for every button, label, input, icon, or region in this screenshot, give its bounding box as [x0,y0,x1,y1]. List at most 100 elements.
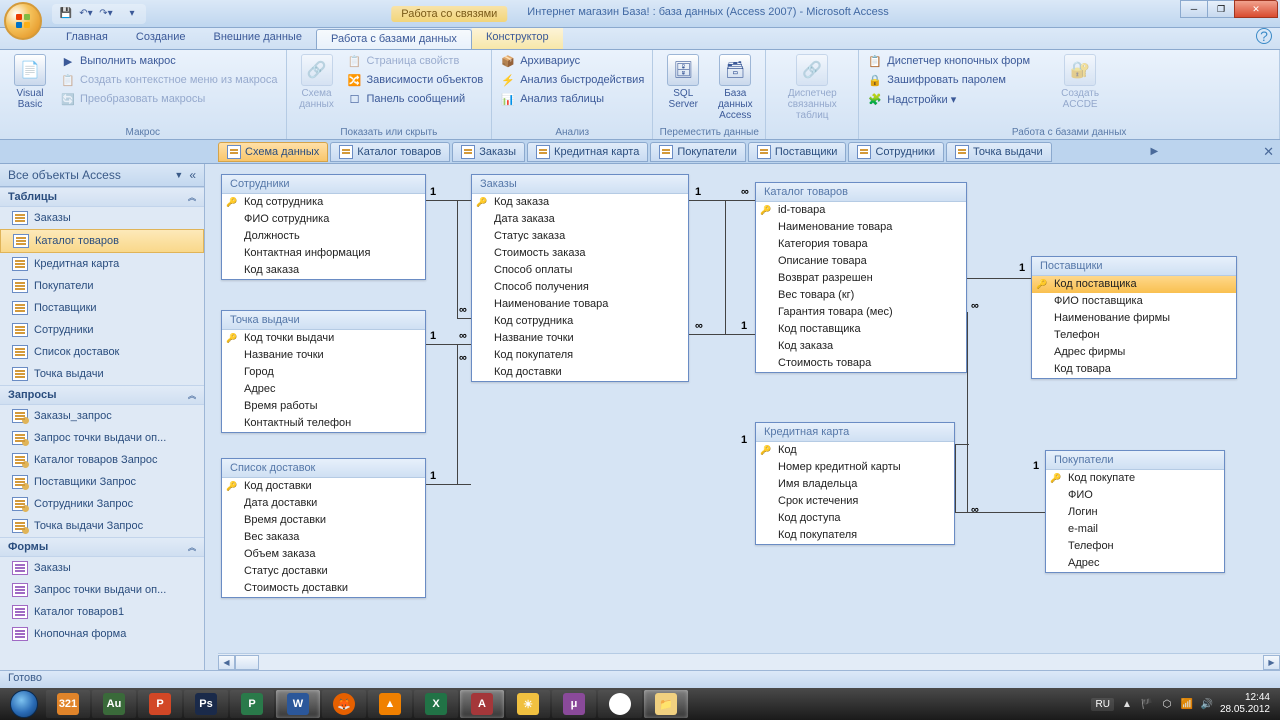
office-button[interactable] [4,2,42,40]
relationship-table[interactable]: Кредитная картаКодНомер кредитной картыИ… [755,422,955,545]
doc-tab[interactable]: Точка выдачи [946,142,1052,162]
table-field[interactable]: Срок истечения [756,493,954,510]
analyze-perf-button[interactable]: ⚡Анализ быстродействия [498,71,646,89]
table-field[interactable]: Адрес [1046,555,1224,572]
table-field[interactable]: Номер кредитной карты [756,459,954,476]
table-field[interactable]: Код поставщика [1032,276,1236,293]
table-field[interactable]: e-mail [1046,521,1224,538]
maximize-button[interactable]: ❐ [1207,0,1235,18]
undo-icon[interactable]: ↶▾ [78,6,94,22]
close-button[interactable]: ✕ [1234,0,1278,18]
table-title[interactable]: Покупатели [1046,451,1224,470]
table-field[interactable]: Контактный телефон [222,415,425,432]
nav-item[interactable]: Кредитная карта [0,253,204,275]
relationship-table[interactable]: ЗаказыКод заказаДата заказаСтатус заказа… [471,174,689,382]
taskbar-item[interactable]: 📁 [644,690,688,718]
table-field[interactable]: Код покупате [1046,470,1224,487]
nav-collapse-icon[interactable]: « [189,168,196,182]
taskbar-item[interactable]: ◉ [598,690,642,718]
table-field[interactable]: Стоимость товара [756,355,966,372]
analyze-table-button[interactable]: 📊Анализ таблицы [498,90,646,108]
table-field[interactable]: Телефон [1032,327,1236,344]
table-field[interactable]: Код товара [1032,361,1236,378]
table-field[interactable]: Возврат разрешен [756,270,966,287]
table-field[interactable]: Название точки [472,330,688,347]
relationship-table[interactable]: Каталог товаровid-товараНаименование тов… [755,182,967,373]
nav-item[interactable]: Кнопочная форма [0,623,204,645]
table-field[interactable]: Адрес фирмы [1032,344,1236,361]
nav-item[interactable]: Покупатели [0,275,204,297]
switchboard-mgr-button[interactable]: 📋Диспетчер кнопочных форм [865,52,1032,70]
table-field[interactable]: Город [222,364,425,381]
table-field[interactable]: Код заказа [756,338,966,355]
nav-item[interactable]: Сотрудники Запрос [0,493,204,515]
nav-item[interactable]: Поставщики [0,297,204,319]
ribbon-tab-create[interactable]: Создание [122,28,200,49]
table-field[interactable]: Код покупателя [472,347,688,364]
tab-scroll-right[interactable]: ▶ [1147,146,1163,157]
taskbar-item[interactable]: W [276,690,320,718]
table-field[interactable]: Код доставки [222,478,425,495]
doc-tab[interactable]: Сотрудники [848,142,944,162]
volume-icon[interactable]: 🔊 [1200,697,1214,711]
table-field[interactable]: ФИО поставщика [1032,293,1236,310]
redo-icon[interactable]: ↷▾ [98,6,114,22]
table-field[interactable]: ФИО [1046,487,1224,504]
table-field[interactable]: Статус заказа [472,228,688,245]
table-field[interactable]: Логин [1046,504,1224,521]
table-field[interactable]: Способ получения [472,279,688,296]
nav-item[interactable]: Заказы [0,557,204,579]
relationship-table[interactable]: ПоставщикиКод поставщикаФИО поставщикаНа… [1031,256,1237,379]
table-field[interactable]: Дата заказа [472,211,688,228]
relationship-table[interactable]: Точка выдачиКод точки выдачиНазвание точ… [221,310,426,433]
table-field[interactable]: Вес заказа [222,529,425,546]
table-field[interactable]: Объем заказа [222,546,425,563]
encrypt-button[interactable]: 🔒Зашифровать паролем [865,71,1032,89]
taskbar-item[interactable]: P [138,690,182,718]
nav-item[interactable]: Точка выдачи [0,363,204,385]
table-field[interactable]: Наименование фирмы [1032,310,1236,327]
scroll-left-icon[interactable]: ◀ [218,655,235,670]
nav-item[interactable]: Список доставок [0,341,204,363]
table-field[interactable]: Код заказа [222,262,425,279]
minimize-button[interactable]: ─ [1180,0,1208,18]
qat-customize-icon[interactable]: ▾ [124,6,140,22]
message-bar-button[interactable]: ☐Панель сообщений [345,90,486,108]
scroll-right-icon[interactable]: ▶ [1263,655,1280,670]
nav-header[interactable]: Все объекты Access ▼ « [0,164,204,187]
nav-item[interactable]: Каталог товаров Запрос [0,449,204,471]
addins-button[interactable]: 🧩Надстройки ▾ [865,90,1032,108]
nav-item[interactable]: Запрос точки выдачи оп... [0,579,204,601]
table-title[interactable]: Точка выдачи [222,311,425,330]
ribbon-tab-database-tools[interactable]: Работа с базами данных [316,29,472,49]
visual-basic-button[interactable]: 📄Visual Basic [6,52,54,112]
table-field[interactable]: Гарантия товара (мес) [756,304,966,321]
taskbar-item[interactable]: μ [552,690,596,718]
taskbar-item-access[interactable]: A [460,690,504,718]
nav-section-header[interactable]: Запросы︽ [0,385,204,405]
table-field[interactable]: Адрес [222,381,425,398]
ribbon-tab-external[interactable]: Внешние данные [200,28,316,49]
table-field[interactable]: Время доставки [222,512,425,529]
table-field[interactable]: Код точки выдачи [222,330,425,347]
table-title[interactable]: Каталог товаров [756,183,966,202]
nav-item[interactable]: Точка выдачи Запрос [0,515,204,537]
sql-server-button[interactable]: 🗄SQL Server [659,52,707,112]
table-field[interactable]: Код [756,442,954,459]
nav-item[interactable]: Заказы [0,207,204,229]
taskbar-item[interactable]: 321 [46,690,90,718]
table-title[interactable]: Заказы [472,175,688,194]
table-field[interactable]: Название точки [222,347,425,364]
tray-icon[interactable]: ⬡ [1160,697,1174,711]
taskbar-item[interactable]: ▲ [368,690,412,718]
table-field[interactable]: Стоимость доставки [222,580,425,597]
clock[interactable]: 12:44 28.05.2012 [1220,692,1270,716]
documenter-button[interactable]: 📦Архивариус [498,52,646,70]
language-indicator[interactable]: RU [1091,698,1113,711]
table-field[interactable]: Категория товара [756,236,966,253]
table-field[interactable]: Время работы [222,398,425,415]
horizontal-scrollbar[interactable]: ◀ ▶ [218,653,1280,670]
table-title[interactable]: Список доставок [222,459,425,478]
nav-item[interactable]: Каталог товаров [0,229,204,253]
table-field[interactable]: Код сотрудника [472,313,688,330]
